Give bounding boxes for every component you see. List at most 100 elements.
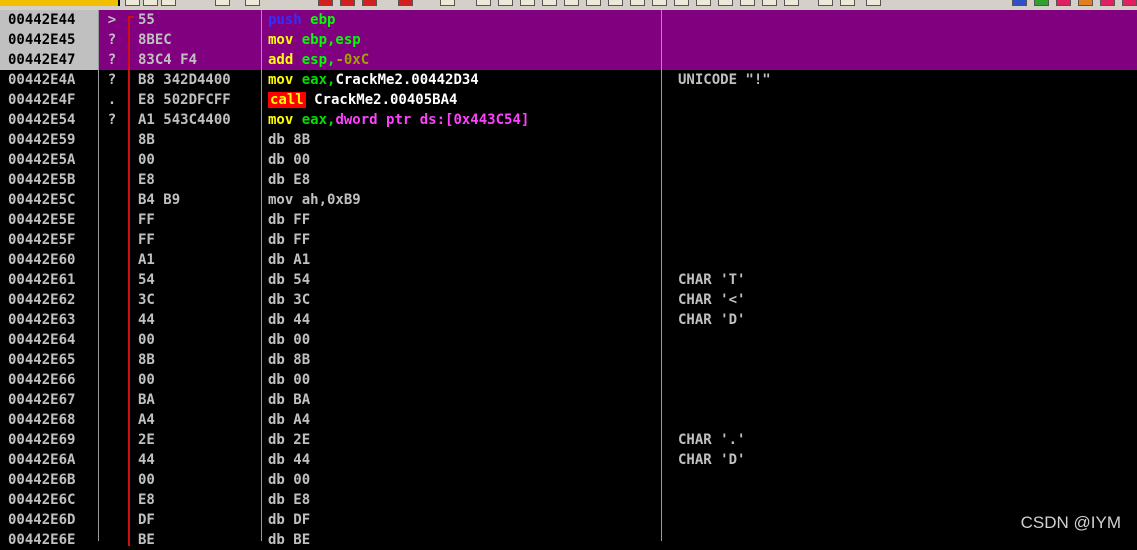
marker-cell: . xyxy=(107,92,117,108)
toolbar-button[interactable] xyxy=(1078,0,1093,6)
disasm-row[interactable]: 00442E6A 44 db 44 CHAR 'D' xyxy=(0,450,1137,470)
toolbar-button[interactable] xyxy=(245,0,260,6)
toolbar-button[interactable] xyxy=(630,0,645,6)
toolbar-button[interactable] xyxy=(652,0,667,6)
disasm-row[interactable]: 00442E66 00 db 00 xyxy=(0,370,1137,390)
toolbar-button[interactable] xyxy=(398,0,413,6)
toolbar-button[interactable] xyxy=(498,0,513,6)
toolbar-button[interactable] xyxy=(520,0,535,6)
comment-cell xyxy=(678,530,1137,550)
jump-line-tick xyxy=(128,16,134,18)
disasm-row[interactable]: 00442E60 A1 db A1 xyxy=(0,250,1137,270)
disasm-row[interactable]: 00442E69 2E db 2E CHAR '.' xyxy=(0,430,1137,450)
disasm-row[interactable]: 00442E64 00 db 00 xyxy=(0,330,1137,350)
comment-cell: CHAR '<' xyxy=(678,292,746,308)
address-cell: 00442E47 xyxy=(0,50,98,70)
toolbar-button[interactable] xyxy=(542,0,557,6)
toolbar-button[interactable] xyxy=(674,0,689,6)
disassembly-cell: db BE xyxy=(268,530,660,550)
disasm-row[interactable]: 00442E63 44 db 44 CHAR 'D' xyxy=(0,310,1137,330)
disasm-row[interactable]: 00442E61 54 db 54 CHAR 'T' xyxy=(0,270,1137,290)
disasm-row[interactable]: 00442E45? 8BEC mov ebp,esp xyxy=(0,30,1137,50)
toolbar-button[interactable] xyxy=(784,0,799,6)
disasm-row[interactable]: 00442E6B 00 db 00 xyxy=(0,470,1137,490)
toolbar-button[interactable] xyxy=(215,0,230,6)
hex-dump-cell: 44 xyxy=(138,452,155,468)
toolbar-button[interactable] xyxy=(586,0,601,6)
toolbar-button[interactable] xyxy=(125,0,140,6)
address-cell: 00442E4F xyxy=(8,92,76,108)
disassembly-cell: call CrackMe2.00405BA4 xyxy=(268,90,660,110)
disasm-row[interactable]: 00442E5E FF db FF xyxy=(0,210,1137,230)
comment-cell xyxy=(678,370,1137,390)
hex-dump-cell: 55 xyxy=(138,12,155,28)
address-cell: 00442E65 xyxy=(8,352,76,368)
disasm-row[interactable]: 00442E59 8B db 8B xyxy=(0,130,1137,150)
toolbar-button[interactable] xyxy=(440,0,455,6)
disasm-row[interactable]: 00442E6C E8 db E8 xyxy=(0,490,1137,510)
toolbar-button[interactable] xyxy=(1056,0,1071,6)
toolbar-button[interactable] xyxy=(476,0,491,6)
disasm-row[interactable]: 00442E5B E8 db E8 xyxy=(0,170,1137,190)
toolbar-button[interactable] xyxy=(608,0,623,6)
disasm-row[interactable]: 00442E6D DF db DF xyxy=(0,510,1137,530)
disasm-row[interactable]: 00442E68 A4 db A4 xyxy=(0,410,1137,430)
asm-token: eax, xyxy=(301,72,336,88)
toolbar-button[interactable] xyxy=(818,0,833,6)
toolbar-address-box[interactable] xyxy=(0,0,120,6)
disasm-row[interactable]: 00442E5A 00 db 00 xyxy=(0,150,1137,170)
toolbar-button[interactable] xyxy=(1122,0,1137,6)
disasm-row[interactable]: 00442E5C B4 B9 mov ah,0xB9 xyxy=(0,190,1137,210)
disasm-row[interactable]: 00442E44 >55 push ebp xyxy=(0,10,1137,30)
address-cell: 00442E5B xyxy=(8,172,76,188)
toolbar-button[interactable] xyxy=(718,0,733,6)
asm-token: mov xyxy=(268,72,302,88)
disassembly-cell: db A4 xyxy=(268,410,660,430)
column-separator xyxy=(98,10,99,541)
comment-cell xyxy=(678,30,1137,50)
disasm-row[interactable]: 00442E65 8B db 8B xyxy=(0,350,1137,370)
asm-token: db 54 xyxy=(268,272,311,288)
marker-cell xyxy=(104,230,120,250)
hex-dump-cell: E8 xyxy=(138,172,155,188)
asm-token: db 00 xyxy=(268,332,311,348)
marker-cell xyxy=(104,170,120,190)
disassembly-pane[interactable]: 00442E44 >55 push ebp 00442E45? 8BEC mov ebp,… xyxy=(0,10,1137,548)
disasm-row[interactable]: 00442E47? 83C4 F4 add esp,-0xC xyxy=(0,50,1137,70)
address-cell: 00442E44 xyxy=(0,10,98,30)
disasm-row[interactable]: 00442E4A? B8 342D4400 mov eax,CrackMe2.004… xyxy=(0,70,1137,90)
toolbar-button[interactable] xyxy=(318,0,333,6)
marker-cell xyxy=(104,150,120,170)
address-cell: 00442E63 xyxy=(8,312,76,328)
toolbar-button[interactable] xyxy=(1100,0,1115,6)
comment-cell: CHAR '.' xyxy=(678,432,746,448)
toolbar-button[interactable] xyxy=(1012,0,1027,6)
toolbar-button[interactable] xyxy=(840,0,855,6)
comment-cell xyxy=(678,190,1137,210)
address-cell: 00442E5A xyxy=(8,152,76,168)
toolbar-button[interactable] xyxy=(362,0,377,6)
disassembly-cell: db FF xyxy=(268,230,660,250)
toolbar xyxy=(0,0,1137,10)
toolbar-button[interactable] xyxy=(1034,0,1049,6)
comment-cell: CHAR 'T' xyxy=(678,272,746,288)
toolbar-button[interactable] xyxy=(866,0,881,6)
disassembly-cell: db 00 xyxy=(268,330,660,350)
toolbar-button[interactable] xyxy=(161,0,176,6)
disasm-row[interactable]: 00442E5F FF db FF xyxy=(0,230,1137,250)
disasm-row[interactable]: 00442E62 3C db 3C CHAR '<' xyxy=(0,290,1137,310)
toolbar-button[interactable] xyxy=(143,0,158,6)
address-cell: 00442E68 xyxy=(8,412,76,428)
comment-cell xyxy=(678,330,1137,350)
toolbar-button[interactable] xyxy=(696,0,711,6)
marker-cell: ? xyxy=(107,32,117,48)
toolbar-button[interactable] xyxy=(340,0,355,6)
disasm-row[interactable]: 00442E4F. E8 502DFCFF call CrackMe2.00405B… xyxy=(0,90,1137,110)
disasm-row[interactable]: 00442E67 BA db BA xyxy=(0,390,1137,410)
disasm-row[interactable]: 00442E54? A1 543C4400 mov eax,dword ptr ds… xyxy=(0,110,1137,130)
toolbar-button[interactable] xyxy=(564,0,579,6)
toolbar-button[interactable] xyxy=(762,0,777,6)
disasm-row[interactable]: 00442E6E BE db BE xyxy=(0,530,1137,550)
marker-cell xyxy=(104,430,120,450)
toolbar-button[interactable] xyxy=(740,0,755,6)
